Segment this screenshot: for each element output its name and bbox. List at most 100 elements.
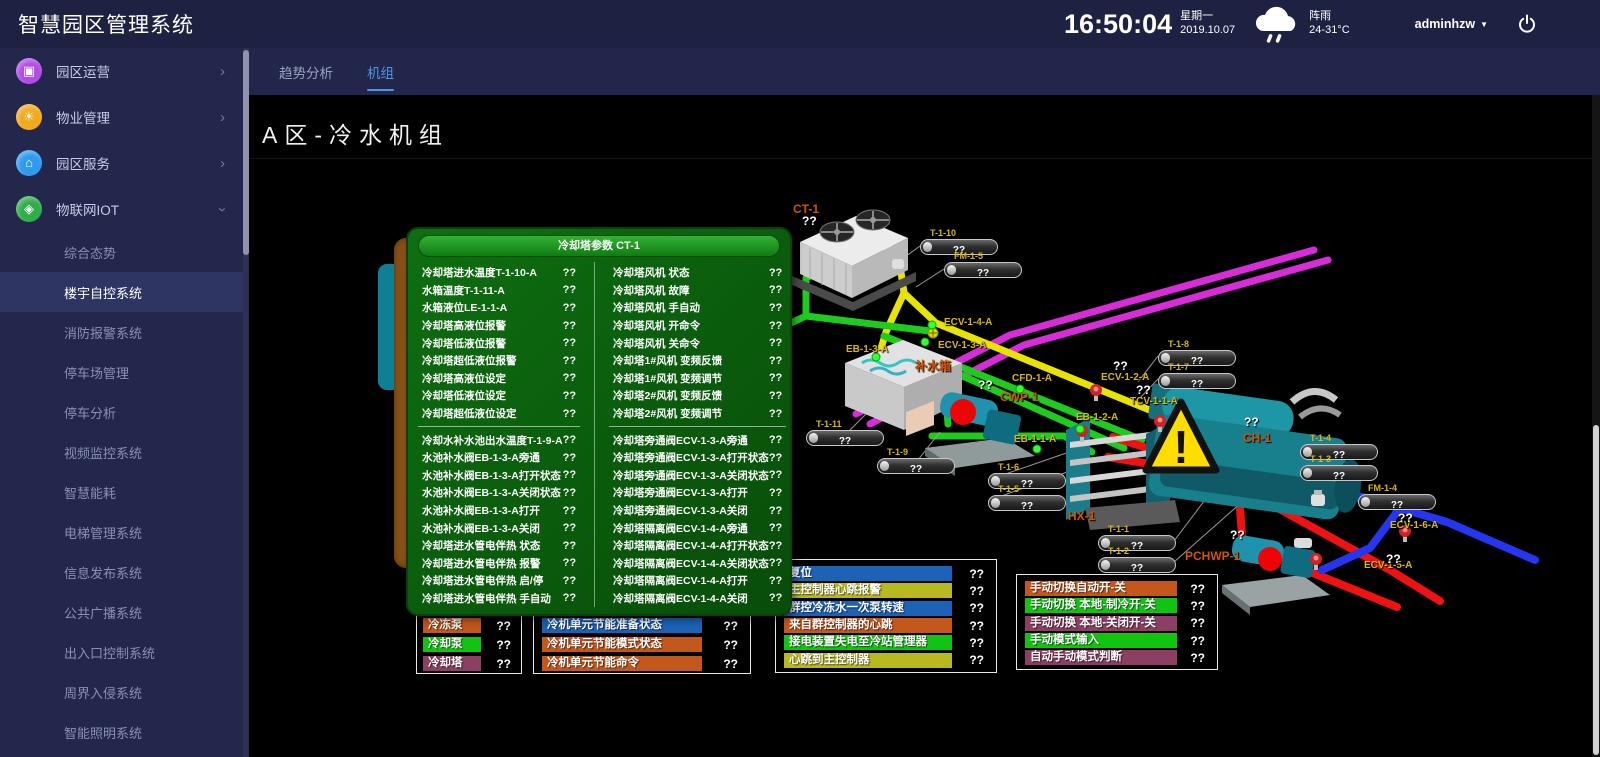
parameter-value: ?? [563,522,576,534]
tab[interactable]: 机组 [367,52,394,91]
parameter-value: ?? [563,408,576,420]
username: adminhzw [1415,17,1475,31]
parameter-label: 冷却塔低液位设定 [422,388,506,403]
tab[interactable]: 趋势分析 [279,52,333,91]
gauge-cap [991,498,1000,508]
parameter-value: ?? [563,337,576,349]
device-label: 补水箱 [915,357,951,374]
status-row: 冷冻泵 ?? [423,616,515,635]
chevron-down-icon [1480,20,1488,29]
parameter-row: 冷却塔旁通阀ECV-1-3-A打开 ?? [613,484,782,502]
sensor-tag-label: T-1-2 [1108,546,1176,556]
valve-tag-label: EB-1-1-A [1014,434,1056,445]
canvas-scrollbar[interactable] [1592,95,1600,757]
sensor-gauge-pill: ?? [1358,494,1436,510]
sidebar-subitem-label: 出入口控制系统 [64,643,155,662]
status-label: 心跳到主控制器 [784,653,952,668]
status-row: 冷机单元节能模式状态 ?? [542,635,742,654]
chevron-icon [220,64,225,79]
sidebar-subitem[interactable]: 智慧能耗 [0,472,243,512]
status-label: 自动手动模式判断 [1025,650,1177,665]
sidebar-subitem[interactable]: 公共广播系统 [0,592,243,632]
sensor-tag-label: T-1-3 [1310,454,1378,464]
sidebar-subitem[interactable]: 信息发布系统 [0,552,243,592]
user-menu[interactable]: adminhzw [1415,17,1488,31]
parameter-label: 冷却塔风机 关命令 [613,336,700,351]
parameter-row: 冷却塔旁通阀ECV-1-3-A旁通 ?? [613,431,782,449]
parameter-label: 冷却塔旁通阀ECV-1-3-A打开状态 [613,450,769,465]
status-row: 冷却塔 ?? [423,654,515,673]
sidebar-subitem[interactable]: 电梯管理系统 [0,512,243,552]
parameter-value: ?? [769,267,782,279]
parameter-value: ?? [769,557,782,569]
sidebar-item-label: 物业管理 [56,107,110,127]
parameter-value: ?? [769,434,782,446]
parameter-row: 冷却塔进水管电伴热 手自动 ?? [422,590,576,608]
parameter-value: ?? [563,469,576,481]
panel-divider [418,426,580,427]
sidebar-subitem[interactable]: 出入口控制系统 [0,632,243,672]
controller-heartbeat-table: 复位 ?? 主控制器心跳报警 ?? 群控冷冻水一次泵转速 ?? 来自群 [775,559,997,673]
sidebar-subitem[interactable]: 停车分析 [0,392,243,432]
sidebar-item[interactable]: ☀ 物业管理 [0,94,243,140]
gauge-cap [1303,468,1312,478]
parameter-label: 冷却塔超低液位报警 [422,353,517,368]
sidebar-scrollbar[interactable] [243,48,249,757]
parameter-label: 冷却塔隔离阀ECV-1-4-A打开状态 [613,538,769,553]
canvas-scrollbar-thumb[interactable] [1593,425,1599,755]
parameter-value: ?? [769,355,782,367]
parameter-row: 水池补水阀EB-1-3-A打开 ?? [422,502,576,520]
status-row: 冷机单元节能准备状态 ?? [542,616,742,635]
sensor-gauge: T-1-9 ?? [877,447,955,474]
parameter-label: 冷却塔隔离阀ECV-1-4-A打开 [613,573,748,588]
parameter-row: 冷却塔风机 故障 ?? [613,282,782,300]
sidebar-subitem-label: 公共广播系统 [64,603,142,622]
status-value: ?? [496,619,515,633]
status-value: ?? [1190,616,1209,630]
parameter-label: 冷却塔2#风机 变频反馈 [613,388,722,403]
parameter-value: ?? [769,408,782,420]
parameter-value: ?? [769,522,782,534]
status-row: 手动切换 本地-制冷开-关 ?? [1025,597,1209,614]
status-value: ?? [969,567,988,581]
status-label: 群控冷冻水一次泵转速 [784,601,952,616]
parameter-value: ?? [769,487,782,499]
sidebar-subitem-label: 智能照明系统 [64,723,142,742]
valve-tag-label: EB-1-3-A [846,344,888,355]
cooling-tower-parameter-panel: 冷却塔参数 CT-1 冷却塔进水温度T-1-10-A ?? 水箱温度T-1-11… [408,229,790,614]
device-label: CH-1 [1243,431,1271,445]
sidebar-subitem[interactable]: 智能照明系统 [0,712,243,752]
sensor-gauge: T-1-5 ?? [988,484,1066,511]
sidebar-item-label: 园区服务 [56,153,110,173]
status-row: 接电装置失电至冷站管理器 ?? [784,634,988,651]
sidebar-item[interactable]: ⌂ 园区服务 [0,140,243,186]
parameter-label: 冷却塔风机 故障 [613,283,689,298]
sensor-gauge: T-1-11 ?? [806,419,884,446]
status-label: 接电装置失电至冷站管理器 [784,635,952,650]
sidebar-subitem[interactable]: 停车场管理 [0,352,243,392]
chevron-icon [215,207,230,212]
sidebar-item[interactable]: ◈ 物联网IOT [0,186,243,232]
sidebar-subitem[interactable]: 消防报警系统 [0,312,243,352]
status-value: ?? [1190,651,1209,665]
valve-tag-label: ECV-1-4-A [944,317,992,328]
status-row: 主控制器心跳报警 ?? [784,582,988,599]
sidebar-subitem[interactable]: 视频监控系统 [0,432,243,472]
app-title: 智慧园区管理系统 [18,9,194,39]
parameter-row: 冷却塔2#风机 变频调节 ?? [613,405,782,423]
clock: 16:50:04 [1064,9,1172,40]
gauge-cap [1361,497,1370,507]
sidebar-scrollbar-thumb[interactable] [243,50,249,255]
power-button[interactable] [1516,13,1538,35]
parameter-value: ?? [563,592,576,604]
parameter-label: 冷却塔进水管电伴热 启/停 [422,573,543,588]
sidebar-item[interactable]: ▣ 园区运营 [0,48,243,94]
sensor-gauge-pill: ?? [1300,465,1378,481]
sensor-gauge: T-1-3 ?? [1300,454,1378,481]
sidebar-subitem[interactable]: 楼宇自控系统 [0,272,243,312]
status-value: ?? [496,657,515,671]
sidebar-subitem[interactable]: 周界入侵系统 [0,672,243,712]
sensor-tag-label: T-1-7 [1168,362,1236,372]
parameter-row: 冷却塔高液位设定 ?? [422,370,576,388]
sidebar-subitem[interactable]: 综合态势 [0,232,243,272]
